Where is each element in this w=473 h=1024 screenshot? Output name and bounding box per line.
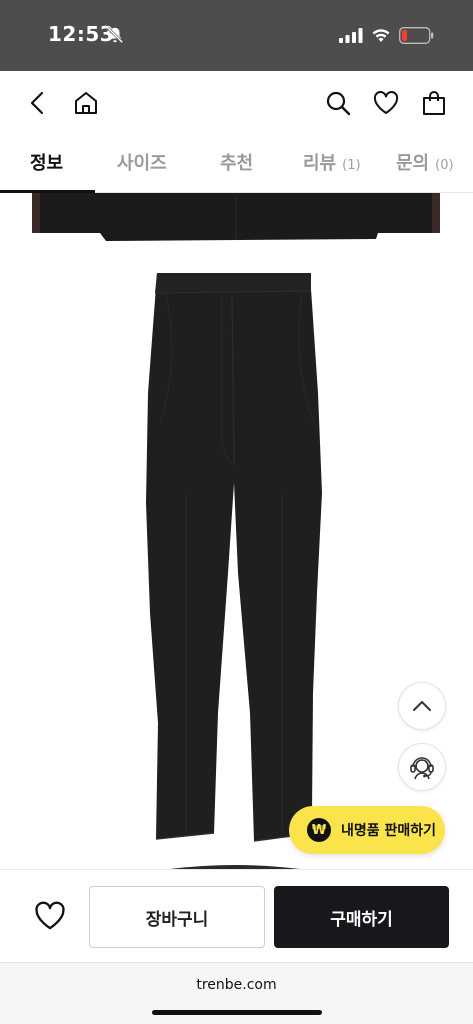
tab-inquiry[interactable]: 문의 (0) — [396, 149, 454, 175]
scroll-to-top-button[interactable] — [398, 682, 446, 730]
tab-review-label: 리뷰 — [303, 153, 337, 174]
won-icon: ₩ — [307, 818, 331, 842]
tab-size-label: 사이즈 — [117, 153, 167, 174]
tab-inquiry-count: (0) — [435, 158, 454, 173]
back-button[interactable] — [22, 87, 54, 119]
wishlist-toggle-button[interactable] — [30, 896, 70, 936]
status-bar: 12:53 — [0, 0, 473, 71]
battery-icon — [399, 27, 434, 44]
headset-agent-icon — [410, 757, 434, 780]
tab-recommend-label: 추천 — [220, 153, 254, 174]
home-icon — [75, 92, 97, 114]
tab-inquiry-label: 문의 — [396, 153, 430, 174]
customer-support-button[interactable] — [398, 743, 446, 791]
search-icon — [326, 91, 351, 116]
status-time: 12:53 — [48, 22, 115, 46]
sell-luxury-button[interactable]: ₩ 내명품 판매하기 — [289, 806, 445, 854]
bell-slash-icon — [106, 26, 124, 44]
search-button[interactable] — [322, 87, 354, 119]
shopping-bag-icon — [423, 91, 445, 115]
heart-outline-icon — [35, 901, 65, 930]
tab-review[interactable]: 리뷰 (1) — [303, 149, 361, 175]
product-tabs: 정보 사이즈 추천 리뷰 (1) 문의 (0) — [0, 135, 473, 193]
tab-size[interactable]: 사이즈 — [117, 149, 167, 175]
browser-url-bar: trenbe.com — [0, 962, 473, 1024]
buy-now-button[interactable]: 구매하기 — [274, 886, 449, 948]
wifi-icon — [372, 29, 390, 42]
top-navigation — [0, 71, 473, 135]
add-to-cart-button[interactable]: 장바구니 — [89, 886, 265, 948]
signal-icon — [339, 28, 363, 43]
tab-recommend[interactable]: 추천 — [220, 149, 253, 175]
tab-review-count: (1) — [342, 158, 361, 173]
back-icon — [30, 91, 44, 115]
bottom-action-bar: 장바구니 구매하기 — [0, 869, 473, 962]
home-indicator — [152, 1010, 322, 1015]
trousers-image — [146, 273, 322, 842]
home-button[interactable] — [70, 87, 102, 119]
tab-info-label: 정보 — [30, 153, 64, 174]
chevron-up-icon — [413, 701, 431, 711]
shopping-bag-button[interactable] — [418, 87, 450, 119]
heart-icon — [373, 91, 399, 114]
wishlist-button[interactable] — [370, 87, 402, 119]
sell-luxury-label: 내명품 판매하기 — [341, 823, 437, 839]
tab-info[interactable]: 정보 — [30, 149, 63, 175]
jacket-hem-image — [32, 193, 440, 241]
url-text[interactable]: trenbe.com — [0, 977, 473, 993]
